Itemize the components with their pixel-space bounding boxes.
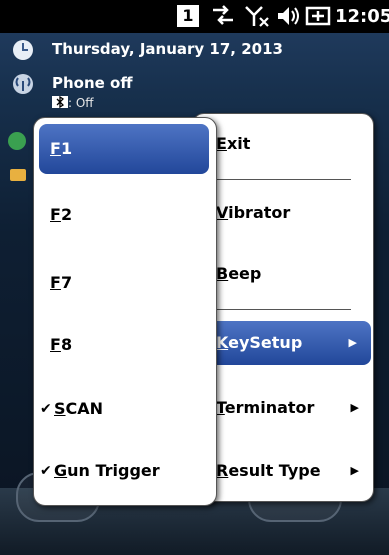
phone-status: Phone off — [52, 74, 133, 92]
submenu-arrow-icon: ▶ — [350, 401, 359, 414]
menu-item-vibrator[interactable]: Vibrator — [193, 191, 373, 235]
clock-icon — [13, 40, 33, 60]
partial-folder-icon — [10, 169, 26, 181]
menu-item-result-type[interactable]: Result Type ▶ — [193, 449, 373, 493]
bluetooth-status-text: : Off — [68, 96, 94, 110]
bluetooth-icon — [52, 95, 68, 109]
speaker-icon[interactable] — [275, 4, 301, 28]
phone-row[interactable]: Phone off : Off — [0, 69, 389, 115]
menu-item-exit[interactable]: Exit — [193, 122, 373, 166]
date-label: Thursday, January 17, 2013 — [52, 40, 283, 58]
status-bar: 1 12:05 — [0, 0, 389, 33]
check-icon: ✔ — [40, 401, 52, 417]
menu-item-terminator[interactable]: Terminator ▶ — [193, 386, 373, 430]
menu-item-scan[interactable]: ✔ SCAN — [34, 387, 216, 431]
antenna-icon — [13, 74, 33, 94]
menu-item-f8[interactable]: F8 — [34, 323, 216, 367]
partial-phone-icon — [8, 132, 26, 150]
menu-separator — [215, 309, 351, 310]
sync-arrows-icon[interactable] — [209, 4, 237, 28]
keysetup-submenu: F1 F2 F7 F8 ✔ SCAN ✔ Gun Trigger — [33, 117, 217, 506]
menu-item-beep[interactable]: Beep — [193, 252, 373, 296]
menu-item-keysetup[interactable]: KeySetup ▶ — [193, 321, 371, 365]
no-signal-icon[interactable] — [244, 4, 272, 28]
main-menu: Exit Vibrator Beep KeySetup ▶ Terminator… — [192, 113, 374, 502]
bluetooth-status: : Off — [52, 95, 94, 110]
date-row[interactable]: Thursday, January 17, 2013 — [0, 35, 389, 65]
submenu-arrow-icon: ▶ — [350, 464, 359, 477]
clock[interactable]: 12:05 — [335, 5, 389, 29]
menu-item-f2[interactable]: F2 — [34, 193, 216, 237]
menu-item-f1[interactable]: F1 — [39, 124, 209, 174]
menu-item-gun-trigger[interactable]: ✔ Gun Trigger — [34, 449, 216, 493]
indicator-box: 1 — [177, 5, 199, 27]
check-icon: ✔ — [40, 463, 52, 479]
submenu-arrow-icon: ▶ — [348, 336, 357, 349]
menu-separator — [215, 179, 351, 180]
battery-plug-icon[interactable] — [304, 4, 332, 28]
menu-item-f7[interactable]: F7 — [34, 261, 216, 305]
